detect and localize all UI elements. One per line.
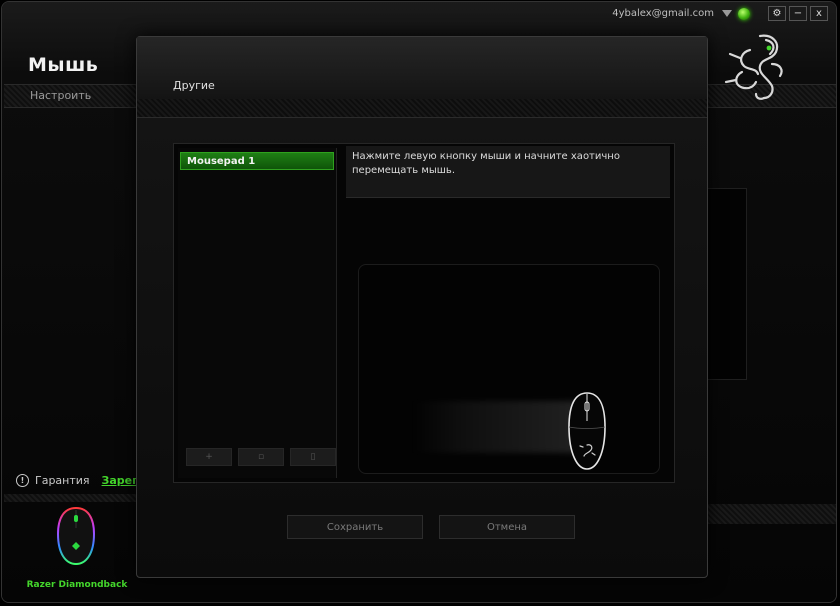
close-button[interactable]: x (810, 6, 828, 21)
cancel-button[interactable]: Отмена (439, 515, 575, 539)
dialog-body: Mousepad 1 + ▫ ▯ Нажмите левую кнопку мы… (173, 143, 675, 483)
mousepad-list: Mousepad 1 + ▫ ▯ (178, 148, 337, 478)
motion-trail-decoration (411, 401, 581, 453)
window-buttons: ⚙ − x (768, 6, 828, 21)
add-mousepad-button[interactable]: + (186, 448, 232, 466)
copy-mousepad-button[interactable]: ▫ (238, 448, 284, 466)
footer-stripe-decoration (702, 504, 836, 524)
info-icon: ! (16, 474, 29, 487)
dialog-header: Другие (137, 37, 707, 100)
dialog-title: Другие (173, 79, 215, 92)
account-email[interactable]: 4ybalex@gmail.com (612, 8, 714, 19)
calibration-mouse-icon (568, 392, 606, 470)
warranty-row: ! Гарантия Зарегис (16, 474, 152, 487)
razer-logo-icon (724, 34, 783, 100)
settings-button[interactable]: ⚙ (768, 6, 786, 21)
instruction-text: Нажмите левую кнопку мыши и начните хаот… (346, 146, 670, 198)
subnav-item-customize[interactable]: Настроить (30, 89, 91, 102)
mousepad-list-item[interactable]: Mousepad 1 (180, 152, 334, 170)
page-title: Мышь (28, 54, 99, 76)
device-mouse-icon[interactable] (52, 504, 100, 568)
warranty-label: Гарантия (35, 474, 90, 487)
titlebar-controls: 4ybalex@gmail.com ⚙ − x (612, 6, 828, 21)
dialog-stripe-decoration (137, 99, 707, 118)
subnav-bar: Настроить (4, 84, 136, 108)
minimize-button[interactable]: − (789, 6, 807, 21)
footer-stripe-decoration-left (4, 494, 136, 502)
background-panel (706, 188, 747, 380)
account-dropdown-icon[interactable] (722, 10, 732, 17)
calibration-dialog: Другие Mousepad 1 + ▫ ▯ Нажмите левую кн… (136, 36, 708, 578)
delete-mousepad-button[interactable]: ▯ (290, 448, 336, 466)
status-orb-icon[interactable] (738, 7, 750, 20)
calibration-area[interactable] (358, 264, 660, 474)
save-button[interactable]: Сохранить (287, 515, 423, 539)
device-name[interactable]: Razer Diamondback (2, 580, 152, 590)
synapse-window: 4ybalex@gmail.com ⚙ − x Мышь Настроить !… (2, 2, 836, 602)
dialog-footer: Сохранить Отмена (287, 515, 575, 539)
list-tools: + ▫ ▯ (186, 448, 336, 466)
